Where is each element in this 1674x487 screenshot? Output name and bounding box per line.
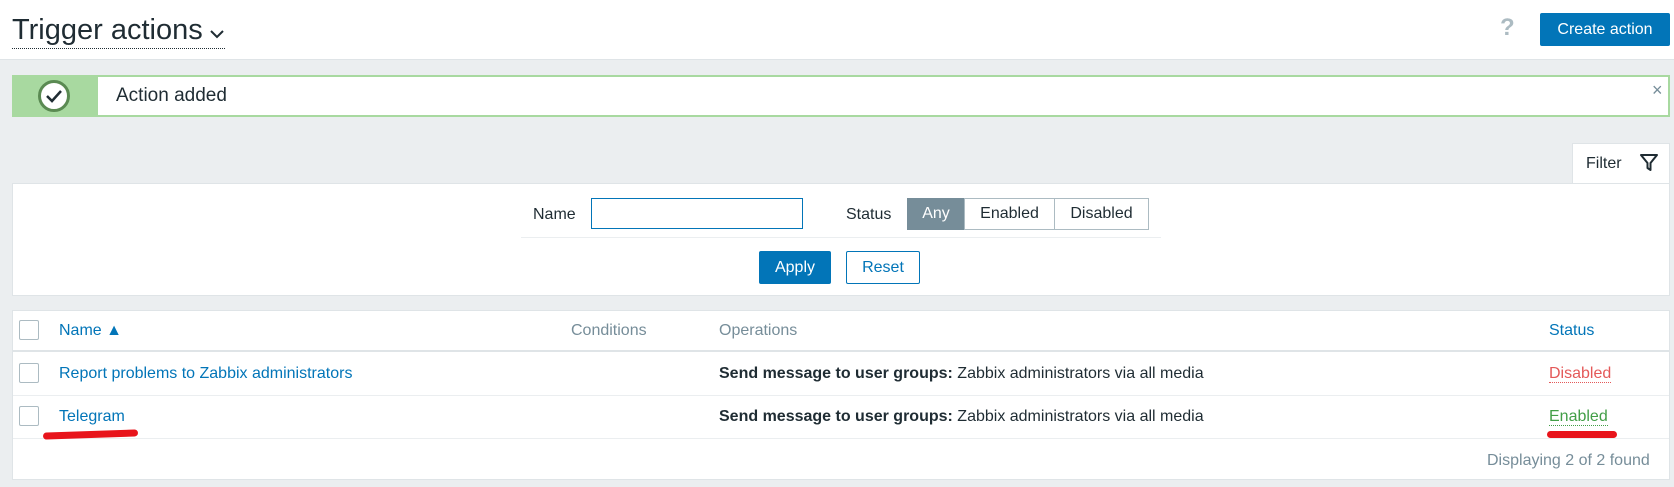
status-enabled-button[interactable]: Enabled bbox=[964, 198, 1055, 230]
operations-label: Send message to user groups: bbox=[719, 365, 953, 382]
name-filter-label: Name bbox=[533, 206, 576, 223]
action-status-cell: Disabled bbox=[1549, 365, 1612, 383]
red-annotation-underline bbox=[42, 429, 139, 440]
action-operations: Send message to user groups: Zabbix admi… bbox=[719, 408, 1204, 426]
filter-panel: Name Status Any Enabled Disabled Apply R… bbox=[12, 183, 1670, 296]
actions-table: Name ▲ Conditions Operations Status Repo… bbox=[12, 310, 1670, 480]
select-all-checkbox[interactable] bbox=[19, 320, 39, 340]
operations-label: Send message to user groups: bbox=[719, 408, 953, 425]
help-icon[interactable]: ? bbox=[1500, 14, 1515, 42]
action-operations: Send message to user groups: Zabbix admi… bbox=[719, 365, 1204, 383]
action-name-link[interactable]: Report problems to Zabbix administrators bbox=[59, 365, 352, 383]
page-title-text: Trigger actions bbox=[12, 14, 203, 46]
filter-tab-label: Filter bbox=[1586, 155, 1622, 172]
row-checkbox[interactable] bbox=[19, 406, 39, 426]
chevron-down-icon bbox=[209, 15, 225, 47]
message-text: Action added bbox=[116, 85, 227, 106]
operations-value: Zabbix administrators via all media bbox=[952, 408, 1204, 425]
status-any-button[interactable]: Any bbox=[907, 198, 965, 230]
funnel-icon bbox=[1640, 154, 1658, 171]
filter-tab[interactable]: Filter bbox=[1572, 143, 1670, 183]
table-row: Telegram Send message to user groups: Za… bbox=[13, 397, 1669, 440]
column-header-conditions: Conditions bbox=[571, 322, 647, 339]
table-row: Report problems to Zabbix administrators… bbox=[13, 354, 1669, 396]
column-header-operations: Operations bbox=[719, 322, 798, 339]
action-status-cell: Enabled bbox=[1549, 408, 1608, 426]
column-header-name[interactable]: Name ▲ bbox=[59, 322, 122, 340]
create-action-button[interactable]: Create action bbox=[1540, 13, 1670, 46]
page-title-dropdown[interactable]: Trigger actions bbox=[12, 14, 225, 50]
check-circle-icon bbox=[38, 80, 70, 112]
status-filter-label: Status bbox=[846, 206, 892, 223]
operations-value: Zabbix administrators via all media bbox=[952, 365, 1204, 382]
row-checkbox[interactable] bbox=[19, 363, 39, 383]
action-name-link[interactable]: Telegram bbox=[59, 408, 125, 426]
apply-button[interactable]: Apply bbox=[759, 251, 831, 284]
name-filter-input[interactable] bbox=[591, 198, 803, 229]
pagination-summary: Displaying 2 of 2 found bbox=[1487, 452, 1650, 469]
table-header: Name ▲ Conditions Operations Status bbox=[13, 311, 1669, 352]
filter-divider bbox=[521, 237, 1161, 238]
close-icon[interactable]: × bbox=[1652, 80, 1663, 101]
message-icon-area bbox=[14, 77, 98, 115]
status-disabled-button[interactable]: Disabled bbox=[1054, 198, 1149, 230]
reset-button[interactable]: Reset bbox=[846, 251, 920, 284]
red-annotation-underline bbox=[1547, 431, 1617, 438]
page-header: Trigger actions ? Create action bbox=[0, 0, 1674, 60]
column-header-status[interactable]: Status bbox=[1549, 322, 1594, 340]
status-toggle-enabled[interactable]: Enabled bbox=[1549, 408, 1608, 426]
success-message: Action added × bbox=[12, 75, 1670, 117]
status-toggle-disabled[interactable]: Disabled bbox=[1549, 365, 1612, 383]
